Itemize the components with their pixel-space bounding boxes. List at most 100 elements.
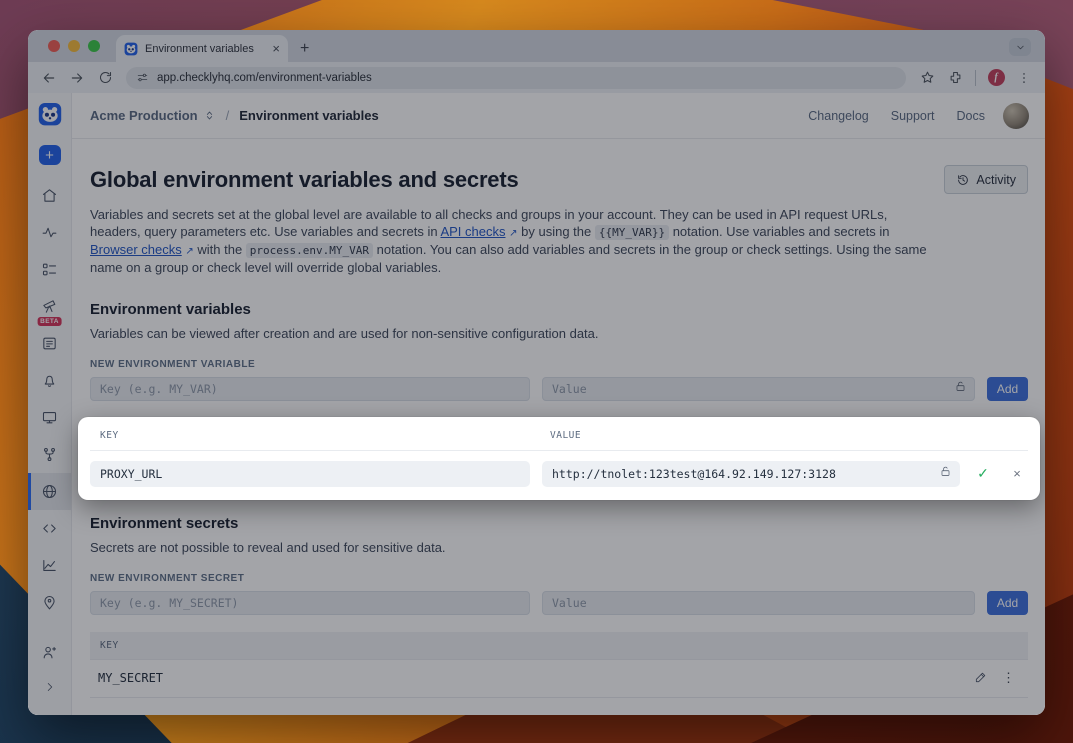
back-button[interactable] — [36, 65, 62, 91]
chevron-right-icon — [43, 680, 57, 694]
app-header: Acme Production / Environment variables … — [72, 93, 1045, 139]
secret-value-input[interactable] — [542, 591, 975, 615]
sidebar-item-activity[interactable] — [28, 214, 71, 251]
telescope-icon — [41, 298, 58, 315]
new-variable-label: NEW ENVIRONMENT VARIABLE — [90, 359, 1028, 370]
sidebar-item-status-pages[interactable] — [28, 399, 71, 436]
account-switcher[interactable]: Acme Production — [90, 108, 216, 123]
browser-toolbar: app.checklyhq.com/environment-variables … — [28, 62, 1045, 93]
reload-button[interactable] — [92, 65, 118, 91]
monitor-icon — [41, 409, 58, 426]
sidebar-item-analytics[interactable] — [28, 547, 71, 584]
close-window-button[interactable] — [48, 40, 60, 52]
sidebar-item-home[interactable] — [28, 177, 71, 214]
variable-value-input[interactable] — [542, 377, 975, 401]
row-menu-kebab-icon[interactable]: ⋮ — [1002, 671, 1015, 686]
updown-chevrons-icon — [203, 109, 216, 122]
add-secret-button[interactable]: Add — [987, 591, 1028, 615]
browser-tab[interactable]: Environment variables × — [116, 35, 288, 62]
api-checks-link[interactable]: API checks — [440, 224, 505, 239]
sidebar-item-maintenance[interactable] — [28, 436, 71, 473]
secret-key-input[interactable] — [90, 591, 530, 615]
browser-menu-kebab-icon[interactable] — [1011, 65, 1037, 91]
code-my-var: {{MY_VAR}} — [595, 225, 669, 240]
app-viewport: + BETA — [28, 93, 1045, 715]
activity-button[interactable]: Activity — [944, 165, 1028, 194]
address-bar[interactable]: app.checklyhq.com/environment-variables — [126, 67, 906, 89]
sidebar-item-private-locations[interactable] — [28, 584, 71, 621]
zoom-window-button[interactable] — [88, 40, 100, 52]
sidebar-item-invite-user[interactable] — [28, 634, 71, 671]
table-row: MY_SECRET ⋮ — [90, 660, 1028, 698]
bell-icon — [41, 372, 58, 389]
table-divider — [90, 450, 1028, 451]
fork-icon — [41, 446, 58, 463]
sidebar-item-explore-beta[interactable]: BETA — [28, 288, 71, 325]
unlock-icon[interactable] — [939, 465, 952, 483]
dashboard-icon — [41, 335, 58, 352]
app-content: Acme Production / Environment variables … — [72, 93, 1045, 715]
variable-key-input[interactable] — [90, 377, 530, 401]
variables-description: Variables can be viewed after creation a… — [90, 326, 1028, 341]
variable-value-wrap — [542, 377, 975, 401]
chart-icon — [41, 557, 58, 574]
external-link-icon: ↗ — [185, 246, 193, 257]
header-links: Changelog Support Docs — [808, 109, 985, 123]
confirm-check-button[interactable]: ✓ — [972, 465, 994, 482]
external-link-icon: ↗ — [509, 228, 517, 239]
site-settings-icon — [136, 71, 149, 84]
page-intro: Variables and secrets set at the global … — [90, 206, 938, 276]
extensions-icon[interactable] — [942, 65, 968, 91]
checkly-logo[interactable] — [36, 102, 64, 126]
edit-pencil-icon[interactable] — [974, 670, 988, 687]
bookmark-star-icon[interactable] — [914, 65, 940, 91]
breadcrumb-separator: / — [226, 108, 230, 123]
column-header-value: VALUE — [542, 430, 1028, 441]
row-key-input[interactable] — [90, 461, 530, 487]
link-docs[interactable]: Docs — [957, 109, 985, 123]
cancel-x-button[interactable]: × — [1006, 466, 1028, 481]
sidebar-item-checks[interactable] — [28, 251, 71, 288]
invite-user-icon — [41, 644, 58, 661]
code-icon — [41, 520, 58, 537]
sidebar-item-dashboards[interactable] — [28, 325, 71, 362]
row-value-input[interactable] — [542, 461, 960, 487]
tab-strip: Environment variables × + — [28, 30, 1045, 62]
link-changelog[interactable]: Changelog — [808, 109, 868, 123]
location-pin-icon — [41, 594, 58, 611]
sidebar-item-alerts[interactable] — [28, 362, 71, 399]
new-tab-button[interactable]: + — [300, 40, 309, 58]
variables-table-header: KEY VALUE — [90, 419, 1028, 450]
create-new-button[interactable]: + — [39, 145, 61, 164]
checkly-favicon — [124, 42, 138, 56]
user-avatar[interactable] — [1003, 103, 1029, 129]
variables-heading: Environment variables — [90, 301, 1028, 318]
page-title: Global environment variables and secrets — [90, 167, 519, 193]
browser-window: Environment variables × + app.checklyhq. — [28, 30, 1045, 715]
minimize-window-button[interactable] — [68, 40, 80, 52]
secrets-description: Secrets are not possible to reveal and u… — [90, 540, 1028, 555]
variables-table-card: KEY VALUE ✓ — [78, 417, 1040, 500]
sidebar-collapse-button[interactable] — [28, 671, 71, 703]
sidebar-nav: BETA — [28, 177, 71, 671]
add-variable-button[interactable]: Add — [987, 377, 1028, 401]
page-body: Global environment variables and secrets… — [72, 139, 1045, 715]
profile-avatar[interactable]: f — [983, 65, 1009, 91]
link-support[interactable]: Support — [891, 109, 935, 123]
code-process-env: process.env.MY_VAR — [246, 243, 373, 258]
tab-close-icon[interactable]: × — [272, 42, 280, 55]
new-secret-row: Add — [90, 591, 1028, 615]
unlock-icon — [954, 380, 967, 398]
secret-value-wrap — [542, 591, 975, 615]
tab-search-chevron-icon[interactable] — [1009, 38, 1031, 56]
account-name: Acme Production — [90, 108, 198, 123]
tab-title: Environment variables — [145, 43, 265, 55]
breadcrumb-page: Environment variables — [239, 108, 378, 123]
sidebar-item-snippets[interactable] — [28, 510, 71, 547]
new-variable-row: Add — [90, 377, 1028, 401]
sidebar-item-environment-variables[interactable] — [28, 473, 71, 510]
browser-checks-link[interactable]: Browser checks — [90, 242, 182, 257]
forward-button[interactable] — [64, 65, 90, 91]
checklist-icon — [41, 261, 58, 278]
pulse-icon — [41, 224, 58, 241]
